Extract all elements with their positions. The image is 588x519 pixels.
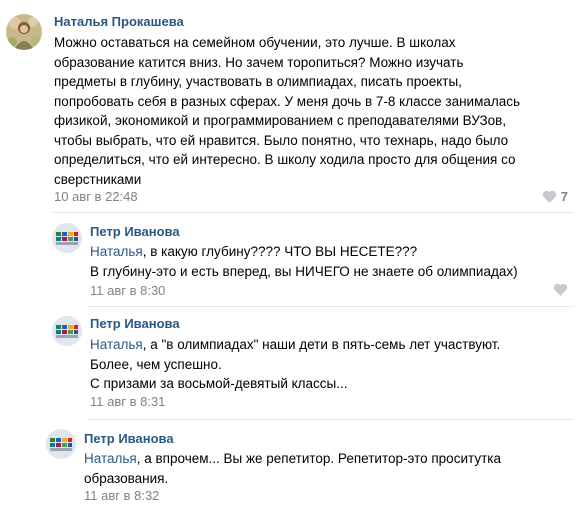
avatar[interactable]	[46, 429, 76, 459]
comment-text-line: попробовать себя в разных сферах. У меня…	[54, 93, 521, 109]
reply-text: Наталья, в какую глубину???? ЧТО ВЫ НЕСЕ…	[90, 242, 518, 281]
reply-text: Наталья, а "в олимпиадах" наши дети в пя…	[90, 335, 500, 394]
reply-text-segment: , а "в олимпиадах" наши дети в пять-семь…	[142, 337, 501, 352]
comment-date[interactable]: 10 авг в 22:48	[54, 189, 138, 204]
reply-author[interactable]: Петр Иванова	[90, 224, 180, 239]
comment: Наталья Прокашева Можно оставаться на се…	[0, 0, 588, 215]
comment-text-line: образование катится вниз. Но зачем тороп…	[54, 54, 464, 70]
mention-link[interactable]: Наталья	[90, 337, 143, 352]
reply-text-line: В глубину-это и есть вперед, вы НИЧЕГО н…	[90, 263, 518, 279]
comment-text-line: чтобы выбрать, что ей нравится. Было пон…	[54, 132, 509, 148]
comment-text: Можно оставаться на семейном обучении, э…	[54, 33, 520, 189]
mention-link[interactable]: Наталья	[84, 451, 137, 466]
comment-text-line: физикой, экономикой и программированием …	[54, 113, 507, 128]
reply-text-line: С призами за восьмой-девятый классы...	[90, 376, 348, 391]
reply-text-segment: , а впрочем... Вы же репетитор. Репетито…	[136, 451, 501, 466]
reply-text: Наталья, а впрочем... Вы же репетитор. Р…	[84, 449, 501, 488]
reply-comment: Петр Иванова Наталья, в какую глубину???…	[0, 213, 588, 309]
reply-text-line: Более, чем успешно.	[90, 356, 222, 372]
heart-icon	[542, 190, 557, 203]
like-count: 7	[560, 189, 568, 204]
reply-date[interactable]: 11 авг в 8:31	[90, 394, 165, 409]
reply-author[interactable]: Петр Иванова	[90, 316, 180, 331]
comment-text-line: сверстниками	[54, 171, 142, 187]
reply-date[interactable]: 11 авг в 8:30	[90, 283, 165, 298]
comment-text-line: определиться, что ей интересно. В школу …	[54, 152, 516, 167]
avatar[interactable]	[52, 316, 82, 346]
like-button[interactable]: 7	[542, 189, 568, 204]
reply-comment: Петр Иванова Наталья, а "в олимпиадах" н…	[0, 307, 588, 419]
reply-text-line: образования.	[84, 470, 169, 486]
comment-text-line: предметы в глубину, участвовать в олимпи…	[54, 74, 462, 89]
reply-text-line: Наталья, в какую глубину???? ЧТО ВЫ НЕСЕ…	[90, 242, 518, 262]
avatar[interactable]	[52, 223, 82, 253]
avatar[interactable]	[6, 14, 42, 50]
like-button[interactable]	[553, 283, 568, 296]
comment-text-line: Можно оставаться на семейном обучении, э…	[54, 35, 456, 50]
reply-author[interactable]: Петр Иванова	[84, 431, 174, 446]
reply-date[interactable]: 11 авг в 8:32	[84, 488, 159, 503]
mention-link[interactable]: Наталья	[90, 244, 143, 259]
reply-text-segment: , в какую глубину???? ЧТО ВЫ НЕСЕТЕ???	[142, 244, 418, 259]
reply-text-line: Наталья, а впрочем... Вы же репетитор. Р…	[84, 449, 501, 469]
reply-comment: Петр Иванова Наталья, а впрочем... Вы же…	[0, 420, 588, 519]
comment-author[interactable]: Наталья Прокашева	[54, 14, 184, 29]
reply-text-line: Наталья, а "в олимпиадах" наши дети в пя…	[90, 335, 500, 355]
heart-icon	[553, 283, 568, 296]
